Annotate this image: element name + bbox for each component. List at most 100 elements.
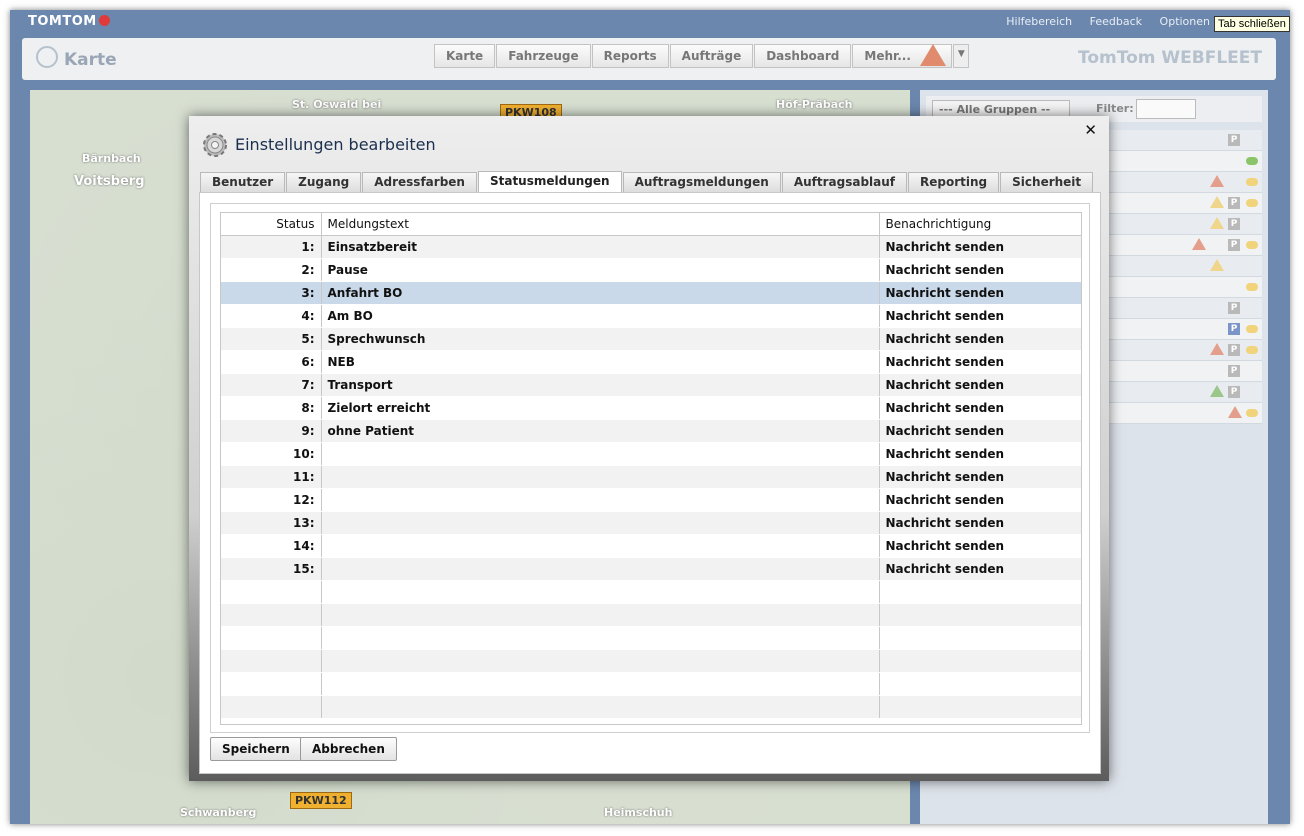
status-cell[interactable]: 6: (221, 350, 322, 374)
table-row[interactable]: 14: Nachricht senden (221, 534, 1081, 558)
chevron-down-icon[interactable]: ▼ (953, 44, 970, 68)
status-cell[interactable] (221, 603, 322, 627)
status-cell[interactable]: 13: (221, 511, 322, 535)
help-link[interactable]: Hilfebereich (1006, 15, 1072, 28)
warning-icon[interactable] (920, 44, 946, 66)
notification-cell[interactable]: Nachricht senden (879, 511, 1081, 535)
table-row[interactable] (221, 603, 1081, 627)
table-row[interactable]: 11: Nachricht senden (221, 465, 1081, 489)
notification-cell[interactable] (879, 649, 1081, 673)
message-cell[interactable] (321, 488, 880, 512)
status-cell[interactable] (221, 649, 322, 673)
notification-cell[interactable] (879, 626, 1081, 650)
notification-cell[interactable]: Nachricht senden (879, 534, 1081, 558)
table-row[interactable]: 6: NEB Nachricht senden (221, 350, 1081, 374)
message-cell[interactable] (321, 534, 880, 558)
message-cell[interactable]: Einsatzbereit (321, 235, 880, 259)
table-row[interactable]: 4: Am BO Nachricht senden (221, 304, 1081, 328)
message-cell[interactable] (321, 649, 880, 673)
notification-cell[interactable]: Nachricht senden (879, 235, 1081, 259)
table-row[interactable] (221, 695, 1081, 719)
feedback-link[interactable]: Feedback (1090, 15, 1142, 28)
table-row[interactable]: 15: Nachricht senden (221, 557, 1081, 581)
tab-reporting[interactable]: Reporting (908, 172, 1000, 193)
message-cell[interactable] (321, 511, 880, 535)
message-cell[interactable]: Am BO (321, 304, 880, 328)
status-cell[interactable] (221, 626, 322, 650)
close-icon[interactable]: ✕ (1084, 121, 1097, 139)
notification-cell[interactable] (879, 580, 1081, 604)
tab-order-workflow[interactable]: Auftragsablauf (781, 172, 908, 193)
table-row[interactable]: 2: Pause Nachricht senden (221, 258, 1081, 282)
message-cell[interactable] (321, 442, 880, 466)
notification-cell[interactable]: Nachricht senden (879, 304, 1081, 328)
table-row[interactable]: 8: Zielort erreicht Nachricht senden (221, 396, 1081, 420)
nav-vehicles-button[interactable]: Fahrzeuge (496, 44, 591, 68)
table-row[interactable]: 12: Nachricht senden (221, 488, 1081, 512)
tab-address-colors[interactable]: Adressfarben (362, 172, 477, 193)
notification-cell[interactable]: Nachricht senden (879, 465, 1081, 489)
table-row[interactable] (221, 672, 1081, 696)
message-cell[interactable]: Sprechwunsch (321, 327, 880, 351)
column-header-status[interactable]: Status (221, 213, 322, 236)
table-row[interactable]: 7: Transport Nachricht senden (221, 373, 1081, 397)
table-row[interactable]: 3: Anfahrt BO Nachricht senden (221, 281, 1081, 305)
table-row[interactable]: 10: Nachricht senden (221, 442, 1081, 466)
filter-input[interactable] (1136, 99, 1196, 119)
table-row[interactable]: 5: Sprechwunsch Nachricht senden (221, 327, 1081, 351)
table-row[interactable]: 13: Nachricht senden (221, 511, 1081, 535)
table-row[interactable] (221, 649, 1081, 673)
nav-reports-button[interactable]: Reports (591, 44, 669, 68)
status-cell[interactable] (221, 580, 322, 604)
vehicle-marker[interactable]: PKW112 (290, 792, 352, 809)
status-cell[interactable] (221, 672, 322, 696)
tab-security[interactable]: Sicherheit (1000, 172, 1094, 193)
notification-cell[interactable]: Nachricht senden (879, 442, 1081, 466)
status-cell[interactable]: 4: (221, 304, 322, 328)
message-cell[interactable] (321, 557, 880, 581)
status-cell[interactable]: 11: (221, 465, 322, 489)
message-cell[interactable] (321, 580, 880, 604)
status-cell[interactable]: 1: (221, 235, 322, 259)
nav-orders-button[interactable]: Aufträge (669, 44, 754, 68)
message-cell[interactable]: Pause (321, 258, 880, 282)
message-cell[interactable]: Transport (321, 373, 880, 397)
notification-cell[interactable]: Nachricht senden (879, 350, 1081, 374)
notification-cell[interactable]: Nachricht senden (879, 373, 1081, 397)
notification-cell[interactable]: Nachricht senden (879, 557, 1081, 581)
column-header-message[interactable]: Meldungstext (321, 213, 880, 236)
column-header-notification[interactable]: Benachrichtigung (879, 213, 1081, 236)
status-cell[interactable]: 3: (221, 281, 322, 305)
status-cell[interactable]: 7: (221, 373, 322, 397)
message-cell[interactable]: ohne Patient (321, 419, 880, 443)
nav-dashboard-button[interactable]: Dashboard (754, 44, 852, 68)
tab-access[interactable]: Zugang (286, 172, 362, 193)
message-cell[interactable] (321, 465, 880, 489)
status-cell[interactable]: 2: (221, 258, 322, 282)
table-row[interactable]: 1: Einsatzbereit Nachricht senden (221, 235, 1081, 259)
status-cell[interactable]: 10: (221, 442, 322, 466)
message-cell[interactable] (321, 672, 880, 696)
notification-cell[interactable]: Nachricht senden (879, 281, 1081, 305)
notification-cell[interactable]: Nachricht senden (879, 419, 1081, 443)
message-cell[interactable]: NEB (321, 350, 880, 374)
status-cell[interactable]: 5: (221, 327, 322, 351)
message-cell[interactable] (321, 695, 880, 719)
status-cell[interactable] (221, 695, 322, 719)
cancel-button[interactable]: Abbrechen (300, 737, 397, 761)
status-cell[interactable]: 12: (221, 488, 322, 512)
options-link[interactable]: Optionen (1160, 15, 1210, 28)
save-button[interactable]: Speichern (210, 737, 302, 761)
table-row[interactable] (221, 626, 1081, 650)
status-cell[interactable]: 9: (221, 419, 322, 443)
notification-cell[interactable] (879, 695, 1081, 719)
notification-cell[interactable]: Nachricht senden (879, 396, 1081, 420)
tab-users[interactable]: Benutzer (200, 172, 286, 193)
message-cell[interactable]: Zielort erreicht (321, 396, 880, 420)
status-cell[interactable]: 8: (221, 396, 322, 420)
notification-cell[interactable]: Nachricht senden (879, 488, 1081, 512)
notification-cell[interactable] (879, 603, 1081, 627)
notification-cell[interactable]: Nachricht senden (879, 327, 1081, 351)
message-cell[interactable] (321, 626, 880, 650)
status-cell[interactable]: 14: (221, 534, 322, 558)
